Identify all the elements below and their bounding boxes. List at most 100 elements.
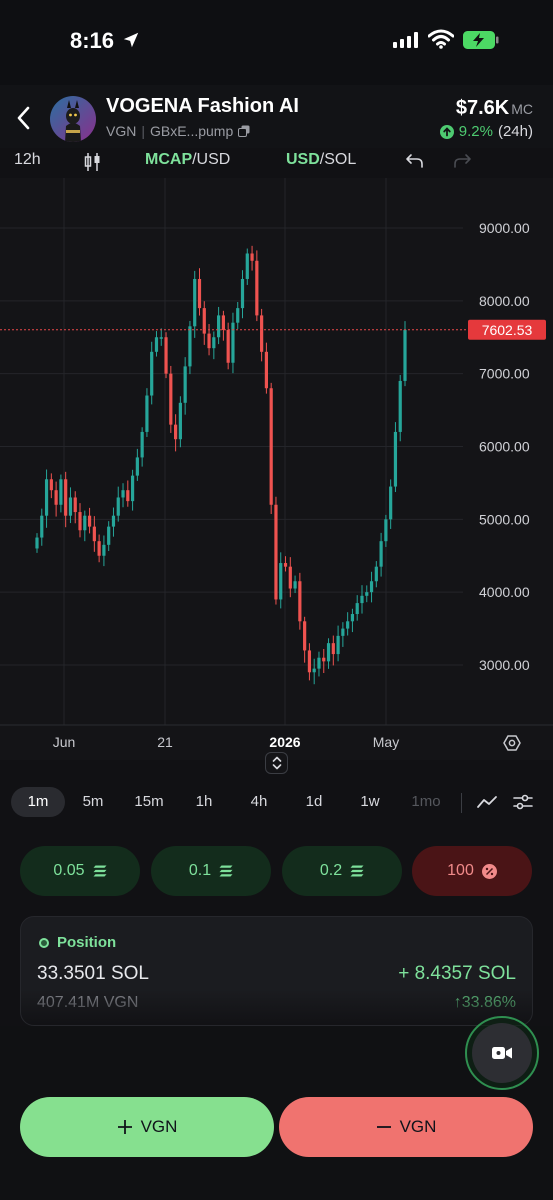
- candle-body: [384, 519, 388, 542]
- candle-body: [312, 668, 316, 673]
- candle-body: [116, 497, 120, 516]
- line-chart-icon[interactable]: [476, 792, 498, 812]
- copy-icon[interactable]: [238, 125, 250, 137]
- candle-body: [49, 479, 53, 491]
- candle-body: [197, 278, 202, 309]
- interval-15m[interactable]: 15m: [127, 787, 171, 817]
- position-title: Position: [57, 934, 117, 951]
- position-pnl-sol: + 8.4357 SOL: [398, 963, 516, 984]
- candle-body: [83, 515, 87, 531]
- price-chart[interactable]: 9000.00 8000.00 7000.00 6000.00 5000.00 4000.…: [0, 178, 553, 760]
- quick-buy-amount: 0.2: [319, 862, 343, 879]
- candle-body: [173, 424, 178, 440]
- interval-1d[interactable]: 1d: [294, 787, 334, 817]
- token-header: VOGENA Fashion AI VGN | GBxE...pump $7.6…: [0, 85, 553, 153]
- candlestick-chart[interactable]: 9000.00 8000.00 7000.00 6000.00 5000.00 4000.…: [0, 178, 553, 760]
- candle-body: [326, 643, 331, 662]
- status-time: 8:16: [70, 28, 115, 53]
- chart-settings-gear-icon[interactable]: [503, 735, 521, 751]
- candle-body: [73, 497, 77, 513]
- buy-button[interactable]: VGN: [20, 1097, 274, 1157]
- position-status-dot: [39, 938, 49, 948]
- expand-chart-handle[interactable]: [265, 752, 288, 774]
- candle-body: [154, 337, 159, 352]
- candle-body: [68, 497, 73, 516]
- undo-icon[interactable]: [405, 152, 425, 170]
- candle-body: [331, 643, 335, 655]
- plus-icon: [117, 1120, 132, 1134]
- back-chevron-icon[interactable]: [14, 105, 34, 131]
- candle-body: [126, 490, 130, 502]
- redo-icon[interactable]: [452, 152, 472, 170]
- buy-button-label: VGN: [140, 1117, 178, 1136]
- candle-body: [111, 515, 116, 527]
- candle-body: [169, 373, 173, 425]
- candle-body: [193, 278, 197, 327]
- chart-interval-selector[interactable]: 12h: [14, 151, 41, 169]
- token-ticker: VGN: [106, 123, 137, 139]
- candle-body: [102, 544, 106, 556]
- sell-button[interactable]: VGN: [279, 1097, 533, 1157]
- candle-body: [393, 431, 398, 487]
- separator: |: [141, 123, 145, 139]
- record-video-button[interactable]: [465, 1016, 539, 1090]
- candle-body: [236, 308, 240, 323]
- position-token-amount: 407.41M VGN: [37, 994, 139, 1011]
- candle-body: [78, 512, 82, 531]
- price-axis-label: 8000.00: [479, 293, 530, 309]
- candle-body: [64, 479, 68, 516]
- arrow-up-circle-icon: [439, 124, 454, 139]
- chart-settings-sliders-icon[interactable]: [512, 792, 534, 812]
- interval-1m[interactable]: 1m: [11, 787, 65, 817]
- solana-icon: [93, 865, 107, 877]
- mcap-usd-toggle[interactable]: MCAP/USD: [145, 151, 230, 169]
- market-cap-change: 9.2% (24h): [439, 123, 533, 140]
- position-sol-amount: 33.3501 SOL: [37, 963, 149, 984]
- candle-body: [255, 260, 259, 316]
- candle-body: [217, 315, 221, 338]
- candle-body: [97, 541, 101, 556]
- quick-sell-100-percent-button[interactable]: 100: [412, 846, 532, 896]
- candle-body: [369, 581, 374, 593]
- interval-1h[interactable]: 1h: [184, 787, 224, 817]
- minus-icon: [376, 1126, 391, 1128]
- usd-sol-toggle[interactable]: USD/SOL: [286, 151, 356, 169]
- contract-address[interactable]: GBxE...pump: [150, 123, 233, 139]
- time-axis-label: 21: [157, 734, 173, 750]
- candle-body: [121, 490, 125, 498]
- price-axis-label: 4000.00: [479, 584, 530, 600]
- percent-icon: [481, 863, 497, 879]
- time-axis-label: 2026: [269, 734, 300, 750]
- candle-body: [183, 366, 187, 403]
- candle-body: [279, 563, 283, 600]
- candle-body: [150, 351, 154, 396]
- candle-body: [350, 614, 355, 622]
- candlestick-type-icon[interactable]: [84, 152, 102, 172]
- candle-body: [44, 479, 49, 516]
- interval-4h[interactable]: 4h: [239, 787, 279, 817]
- candle-body: [264, 351, 269, 389]
- candle-body: [379, 541, 383, 567]
- quick-sell-amount: 100: [447, 862, 474, 879]
- candle-body: [240, 278, 245, 309]
- candle-body: [212, 337, 216, 349]
- interval-5m[interactable]: 5m: [72, 787, 114, 817]
- candle-body: [92, 526, 96, 542]
- expand-vertical-icon: [272, 756, 281, 770]
- interval-1w[interactable]: 1w: [350, 787, 390, 817]
- candle-body: [59, 479, 63, 505]
- candle-body: [346, 621, 350, 629]
- price-axis-label: 9000.00: [479, 220, 530, 236]
- candle-body: [360, 595, 364, 604]
- quick-buy-0.2-sol-button[interactable]: 0.2: [282, 846, 402, 896]
- quick-buy-0.05-sol-button[interactable]: 0.05: [20, 846, 140, 896]
- candle-body: [40, 515, 44, 538]
- interval-1mo[interactable]: 1mo: [404, 787, 448, 817]
- position-card[interactable]: Position 33.3501 SOL + 8.4357 SOL 407.41…: [20, 916, 533, 1026]
- sell-button-label: VGN: [399, 1117, 437, 1136]
- candle-body: [159, 337, 163, 339]
- record-button-inner: [472, 1023, 532, 1083]
- quick-buy-0.1-sol-button[interactable]: 0.1: [151, 846, 271, 896]
- candle-body: [178, 402, 182, 440]
- position-pnl-percent: ↑33.86%: [453, 994, 516, 1011]
